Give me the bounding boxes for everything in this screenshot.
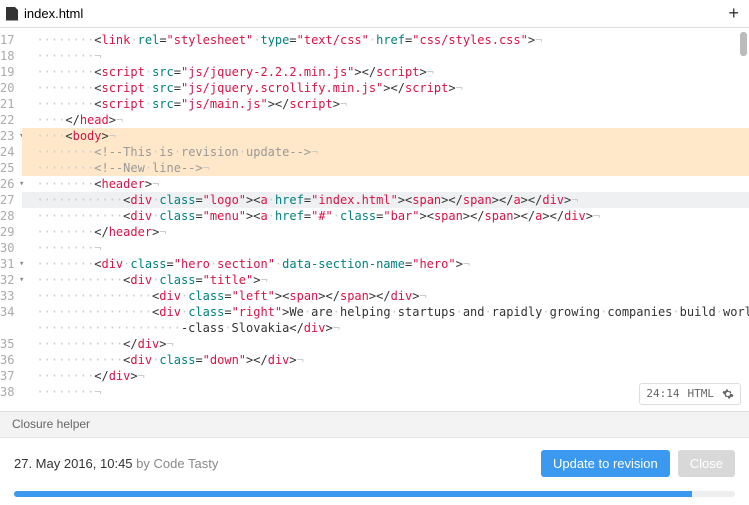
status-bar: 24:14 HTML: [639, 383, 741, 405]
revision-date: 27. May 2016, 10:45: [14, 456, 133, 471]
code-line[interactable]: ············<div·class="menu"><a·href="#…: [22, 208, 749, 224]
code-line[interactable]: ········<!--This·is·revision·update-->¬: [22, 144, 749, 160]
revision-author: Code Tasty: [154, 456, 219, 471]
gutter-line: 26: [0, 176, 14, 192]
gutter-line: 23: [0, 128, 14, 144]
code-line[interactable]: ········<!--New·line-->¬: [22, 160, 749, 176]
code-line[interactable]: ········<div·class="hero·section"·data-s…: [22, 256, 749, 272]
gutter-line: 28: [0, 208, 14, 224]
code-line[interactable]: ········¬: [22, 240, 749, 256]
code-line[interactable]: ········<link·rel="stylesheet"·type="tex…: [22, 32, 749, 48]
gutter-line: 27: [0, 192, 14, 208]
code-line[interactable]: ····················-class·Slovakia</div…: [22, 320, 749, 336]
gutter-line: 18: [0, 48, 14, 64]
revision-meta: 27. May 2016, 10:45 by Code Tasty: [14, 456, 218, 471]
closure-helper-label: Closure helper: [12, 417, 90, 431]
gutter-line: 17: [0, 32, 14, 48]
code-editor[interactable]: 171819202122232425262728293031323334 3536…: [0, 28, 749, 411]
closure-helper: Closure helper: [0, 411, 749, 437]
code-line[interactable]: ········<script·src="js/main.js"></scrip…: [22, 96, 749, 112]
code-line[interactable]: ········<script·src="js/jquery.scrollify…: [22, 80, 749, 96]
code-line[interactable]: ················<div·class="right">We·ar…: [22, 304, 749, 320]
gutter-line: 34: [0, 304, 14, 320]
code-line[interactable]: ············<div·class="title">¬: [22, 272, 749, 288]
gutter-line: 19: [0, 64, 14, 80]
code-line[interactable]: ········¬: [22, 48, 749, 64]
file-icon: [6, 7, 18, 21]
code-line[interactable]: ············</div>¬: [22, 336, 749, 352]
code-line[interactable]: ········<script·src="js/jquery-2.2.2.min…: [22, 64, 749, 80]
update-to-revision-button[interactable]: Update to revision: [541, 450, 670, 477]
gutter-line: 21: [0, 96, 14, 112]
code-line[interactable]: ················<div·class="left"><span>…: [22, 288, 749, 304]
gutter-line: 35: [0, 336, 14, 352]
gutter-line: 29: [0, 224, 14, 240]
line-gutter: 171819202122232425262728293031323334 3536…: [0, 28, 22, 411]
tab-bar: index.html +: [0, 0, 749, 28]
add-tab-icon[interactable]: +: [728, 3, 739, 24]
code-line[interactable]: ············<div·class="logo"><a·href="i…: [22, 192, 749, 208]
gutter-line: 30: [0, 240, 14, 256]
gutter-line: 31: [0, 256, 14, 272]
code-line[interactable]: ····<body>¬: [22, 128, 749, 144]
gear-icon[interactable]: [722, 388, 734, 400]
progress-bar-track: [14, 491, 735, 497]
gutter-line: 24: [0, 144, 14, 160]
tab-index-html[interactable]: index.html: [6, 6, 83, 21]
gutter-line: 37: [0, 368, 14, 384]
gutter-line: 20: [0, 80, 14, 96]
code-line[interactable]: ············<div·class="down"></div>¬: [22, 352, 749, 368]
gutter-line: 33: [0, 288, 14, 304]
code-area[interactable]: ········<link·rel="stylesheet"·type="tex…: [22, 28, 749, 411]
code-line[interactable]: ········<header>¬: [22, 176, 749, 192]
tab-filename: index.html: [24, 6, 83, 21]
close-button[interactable]: Close: [678, 450, 735, 477]
scrollbar-thumb[interactable]: [740, 32, 747, 56]
gutter-line: 32: [0, 272, 14, 288]
progress-bar-fill: [14, 491, 692, 497]
code-line[interactable]: ········</div>¬: [22, 368, 749, 384]
gutter-line: 38: [0, 384, 14, 400]
code-line[interactable]: ········</header>¬: [22, 224, 749, 240]
language-mode[interactable]: HTML: [688, 386, 715, 402]
gutter-line: [0, 320, 14, 336]
code-line[interactable]: ····</head>¬: [22, 112, 749, 128]
revision-footer: 27. May 2016, 10:45 by Code Tasty Update…: [0, 437, 749, 505]
cursor-position: 24:14: [646, 386, 679, 402]
gutter-line: 25: [0, 160, 14, 176]
gutter-line: 22: [0, 112, 14, 128]
gutter-line: 36: [0, 352, 14, 368]
